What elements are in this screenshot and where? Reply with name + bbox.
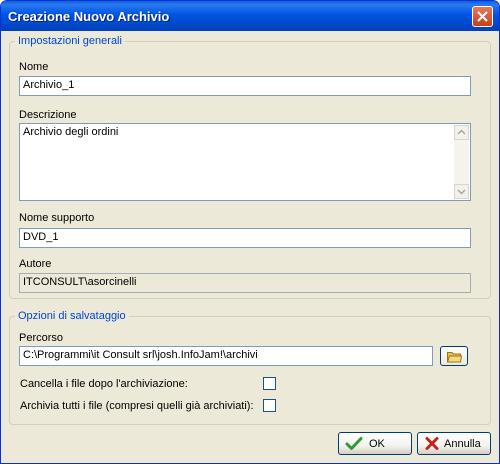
delete-files-label: Cancella i file dopo l'archiviazione: xyxy=(20,378,188,390)
title-bar: Creazione Nuovo Archivio xyxy=(1,1,499,31)
dialog-content: Impostazioni generali Nome Archivio_1 De… xyxy=(5,31,495,459)
scroll-up-button[interactable] xyxy=(454,125,469,140)
name-input[interactable]: Archivio_1 xyxy=(19,76,471,96)
archive-all-checkbox[interactable] xyxy=(263,399,276,412)
chevron-down-icon xyxy=(457,189,466,195)
description-textarea[interactable]: Archivio degli ordini xyxy=(19,123,471,201)
close-icon xyxy=(477,11,488,22)
folder-icon xyxy=(447,352,462,363)
close-button[interactable] xyxy=(472,6,493,27)
browse-folder-button[interactable] xyxy=(440,346,468,366)
general-settings-legend: Impostazioni generali xyxy=(18,35,122,47)
window-title: Creazione Nuovo Archivio xyxy=(8,9,170,24)
dialog-window: Creazione Nuovo Archivio Impostazioni ge… xyxy=(0,0,500,464)
ok-label: OK xyxy=(369,438,385,450)
name-label: Nome xyxy=(19,61,49,73)
cancel-button[interactable]: Annulla xyxy=(417,432,491,455)
author-field: ITCONSULT\asorcinelli xyxy=(19,273,471,293)
description-text: Archivio degli ordini xyxy=(23,126,119,138)
delete-files-checkbox[interactable] xyxy=(263,377,276,390)
support-name-label: Nome supporto xyxy=(19,212,95,224)
support-name-input[interactable]: DVD_1 xyxy=(19,228,471,248)
cancel-label: Annulla xyxy=(444,438,481,450)
ok-button[interactable]: OK xyxy=(338,432,412,455)
author-label: Autore xyxy=(19,258,52,270)
path-label: Percorso xyxy=(19,332,64,344)
save-options-legend: Opzioni di salvataggio xyxy=(18,310,126,322)
chevron-up-icon xyxy=(457,129,466,135)
description-scrollbar[interactable] xyxy=(454,125,469,199)
scroll-down-button[interactable] xyxy=(454,184,469,199)
archive-all-label: Archivia tutti i file (compresi quelli g… xyxy=(20,400,254,412)
path-input[interactable]: C:\Programmi\it Consult srl\josh.InfoJam… xyxy=(19,346,433,366)
description-label: Descrizione xyxy=(19,109,77,121)
checkmark-icon xyxy=(345,437,363,450)
x-icon xyxy=(425,437,439,450)
